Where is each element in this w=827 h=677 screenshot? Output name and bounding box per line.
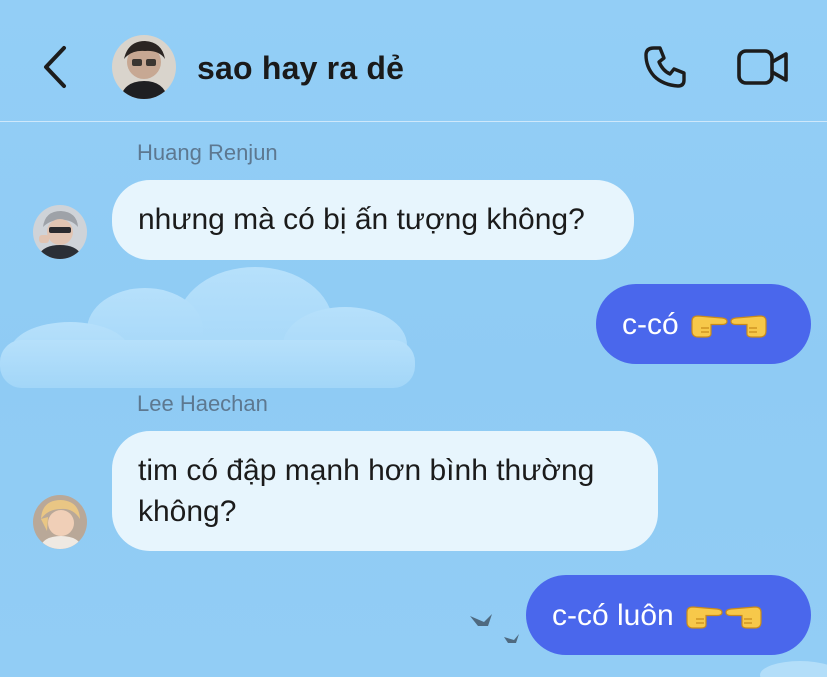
phone-icon [644,46,686,88]
message-text: nhưng mà có bị ấn tượng không? [138,203,585,236]
message-bubble-outgoing[interactable]: c-có [596,284,811,364]
chat-title[interactable]: sao hay ra dẻ [197,48,404,88]
point-right-emoji-icon [691,315,728,338]
pointing-fingers-emoji [684,600,764,630]
sender-avatar[interactable] [33,205,87,259]
chat-screen: sao hay ra dẻ Huang Renjun nhưng mà có b… [0,0,827,677]
cloud-decoration-small [760,661,827,677]
group-avatar[interactable] [112,35,176,99]
pointing-fingers-emoji [689,309,769,339]
sender-avatar[interactable] [33,495,87,549]
video-call-button[interactable] [734,40,792,94]
message-bubble-outgoing[interactable]: c-có luôn [526,575,811,655]
message-text: c-có luôn [552,598,674,632]
cloud-decoration [0,267,415,388]
message-text-line: không? [138,495,237,528]
sender-name: Lee Haechan [137,391,268,416]
chevron-left-icon [44,46,66,88]
call-button[interactable] [638,40,692,94]
back-button[interactable] [30,38,80,96]
message-bubble-incoming[interactable]: tim có đập mạnh hơn bình thường không? [112,431,658,551]
point-right-emoji-icon [686,606,723,629]
message-text: c-có [622,307,679,341]
chat-header: sao hay ra dẻ [0,0,827,121]
video-camera-icon [737,49,788,85]
message-text-line: tim có đập mạnh hơn bình thường [138,454,595,487]
bird-decoration [470,614,519,643]
message-bubble-incoming[interactable]: nhưng mà có bị ấn tượng không? [112,180,634,260]
header-divider [0,121,827,122]
point-left-emoji-icon [725,606,762,629]
sender-name: Huang Renjun [137,140,278,165]
point-left-emoji-icon [730,315,767,338]
